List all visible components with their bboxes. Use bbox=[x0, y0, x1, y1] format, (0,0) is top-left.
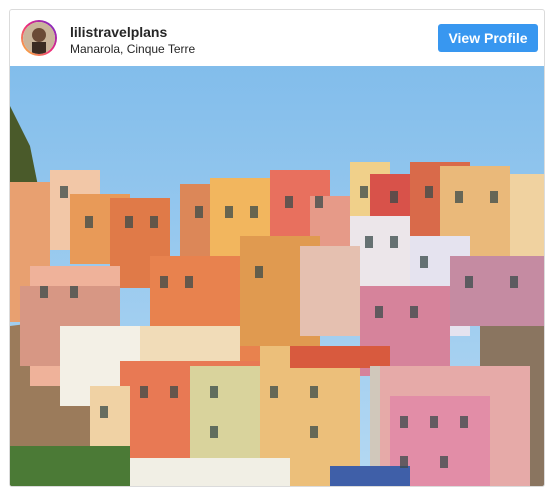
post-photo[interactable] bbox=[10, 66, 544, 486]
view-profile-button[interactable]: View Profile bbox=[438, 24, 538, 52]
avatar[interactable] bbox=[23, 22, 55, 54]
post-header: lilistravelplans Manarola, Cinque Terre … bbox=[10, 10, 544, 66]
instagram-post-card: lilistravelplans Manarola, Cinque Terre … bbox=[9, 9, 545, 487]
cinque-terre-village-photo bbox=[10, 66, 544, 486]
location-label[interactable]: Manarola, Cinque Terre bbox=[70, 42, 195, 56]
username[interactable]: lilistravelplans bbox=[70, 24, 167, 40]
avatar-ring[interactable] bbox=[21, 20, 57, 56]
avatar-image bbox=[23, 22, 55, 54]
